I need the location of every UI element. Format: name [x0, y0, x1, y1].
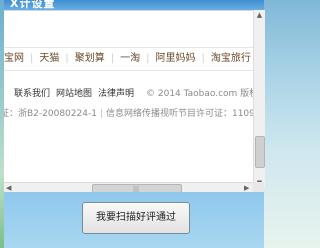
site-nav-bar: 宝网|天猫|聚划算|一淘|阿里妈妈|淘宝旅行|虾米|阿里 [4, 47, 253, 71]
nav-separator: | [146, 53, 150, 64]
vertical-scroll-thumb[interactable] [255, 136, 265, 168]
footer-link[interactable]: 联系我们 [4, 87, 56, 101]
license-separator: | [99, 109, 103, 119]
nav-item[interactable]: 天猫 [35, 48, 63, 70]
icp-license: 证：浙B2-20080224-1 [4, 109, 97, 119]
nav-item[interactable]: 聚划算 [71, 48, 109, 70]
nav-item[interactable]: 淘宝旅行 [207, 48, 253, 70]
scroll-up-icon[interactable]: ▲ [256, 12, 263, 19]
vertical-scrollbar[interactable]: ▲ ▼ [253, 10, 265, 188]
web-viewport[interactable]: 宝网|天猫|聚划算|一淘|阿里妈妈|淘宝旅行|虾米|阿里 联系我们网站地图法律声… [4, 10, 253, 189]
footer-link[interactable]: 网站地图 [56, 87, 98, 101]
dialog-window: X计设置 宝网|天猫|聚划算|一淘|阿里妈妈|淘宝旅行|虾米|阿里 联系我们网站… [4, 0, 265, 248]
nav-separator: | [30, 53, 34, 64]
scrollbar-corner [253, 182, 264, 192]
nav-item[interactable]: 宝网 [4, 48, 28, 70]
nav-item[interactable]: 一淘 [116, 48, 144, 70]
scan-approve-button[interactable]: 我要扫描好评通过 [82, 202, 190, 234]
copyright-text: © 2014 Taobao.com 版权所有 [146, 89, 253, 99]
dialog-footer: 我要扫描好评通过 [4, 192, 264, 248]
license-info: 证：浙B2-20080224-1|信息网络传播视听节目许可证：1109364号 [4, 107, 253, 121]
broadcast-license: 信息网络传播视听节目许可证：1109364号 [105, 109, 253, 119]
footer-links: 联系我们网站地图法律声明 © 2014 Taobao.com 版权所有 [4, 87, 253, 101]
scroll-right-icon[interactable]: ▶ [244, 184, 249, 192]
title-bar[interactable]: X计设置 [4, 0, 264, 10]
nav-separator: | [110, 53, 115, 64]
footer-link[interactable]: 法律声明 [98, 87, 140, 101]
nav-separator: | [65, 53, 69, 64]
nav-separator: | [201, 53, 205, 64]
nav-item[interactable]: 阿里妈妈 [152, 48, 200, 70]
scroll-left-icon[interactable]: ◀ [6, 184, 11, 192]
